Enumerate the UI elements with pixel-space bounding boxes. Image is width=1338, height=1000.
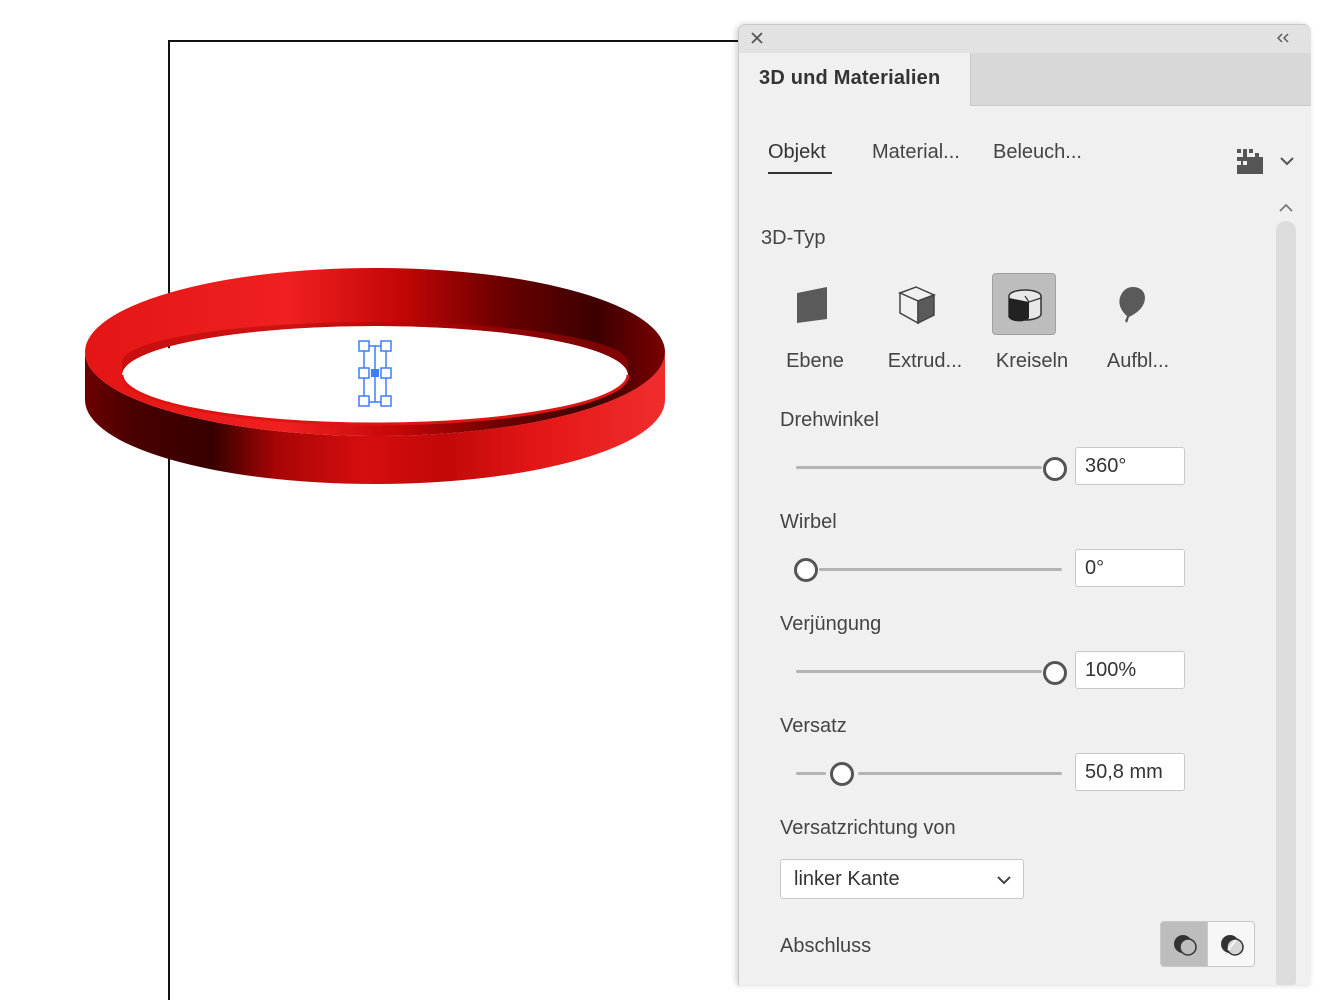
plane-icon (797, 287, 827, 323)
panel-tab-3d-materials[interactable]: 3D und Materialien (739, 53, 971, 106)
inflate-icon (1119, 287, 1145, 323)
rotation-angle-label: Drehwinkel (780, 409, 879, 431)
taper-input[interactable]: 100% (1075, 651, 1185, 689)
render-icon[interactable] (1235, 147, 1265, 175)
chevron-down-icon[interactable] (1277, 151, 1297, 171)
offset-input[interactable]: 50,8 mm (1075, 753, 1185, 791)
offset-direction-label: Versatzrichtung von (780, 817, 956, 839)
chevron-down-icon (997, 876, 1011, 885)
offset-handle[interactable] (830, 762, 854, 786)
taper-slider[interactable] (796, 670, 1042, 673)
rotation-angle-slider[interactable] (796, 466, 1042, 469)
type-extrude-label: Extrud... (887, 350, 963, 372)
panel-titlebar (739, 25, 1311, 53)
tab-objekt[interactable]: Objekt (768, 141, 826, 164)
offset-direction-select[interactable]: linker Kante (780, 859, 1024, 899)
cap-label: Abschluss (780, 935, 872, 957)
scroll-up-icon[interactable] (1275, 199, 1297, 217)
offset-direction-value: linker Kante (794, 868, 900, 890)
3d-materials-panel: 3D und Materialien Objekt Material... Be… (738, 24, 1311, 985)
twist-handle[interactable] (794, 558, 818, 582)
type-extrude-button[interactable] (884, 273, 948, 335)
offset-slider-right[interactable] (858, 772, 1062, 775)
tab-beleuchtung[interactable]: Beleuch... (993, 141, 1082, 164)
cap-off-button[interactable] (1207, 921, 1255, 967)
type-inflate-label: Aufbl... (1106, 350, 1170, 372)
type-plane-label: Ebene (786, 350, 844, 372)
selection-handles[interactable] (358, 340, 392, 407)
double-chevron-left-icon[interactable] (1275, 30, 1291, 46)
3d-type-label: 3D-Typ (761, 227, 826, 249)
scrollbar[interactable] (1276, 221, 1296, 985)
rotation-angle-handle[interactable] (1043, 457, 1067, 481)
tab-material[interactable]: Material... (872, 141, 960, 164)
offset-label: Versatz (780, 715, 847, 737)
twist-input[interactable]: 0° (1075, 549, 1185, 587)
type-revolve-button[interactable] (992, 273, 1056, 335)
type-plane-button[interactable] (781, 273, 845, 335)
offset-slider-left[interactable] (796, 772, 826, 775)
taper-label: Verjüngung (780, 613, 882, 635)
revolve-icon (1008, 289, 1042, 322)
cap-on-icon (1174, 935, 1197, 956)
taper-handle[interactable] (1043, 661, 1067, 685)
cap-on-button[interactable] (1160, 921, 1208, 967)
extrude-icon (898, 286, 936, 325)
twist-label: Wirbel (780, 511, 837, 533)
active-tab-indicator (768, 172, 832, 174)
panel-tab-strip: 3D und Materialien (739, 53, 1311, 106)
close-icon[interactable] (749, 30, 765, 46)
twist-slider[interactable] (819, 568, 1062, 571)
type-inflate-button[interactable] (1101, 273, 1165, 335)
cap-off-icon (1221, 935, 1244, 956)
canvas-artwork (85, 268, 665, 484)
type-revolve-label: Kreiseln (995, 350, 1069, 372)
rotation-angle-input[interactable]: 360° (1075, 447, 1185, 485)
